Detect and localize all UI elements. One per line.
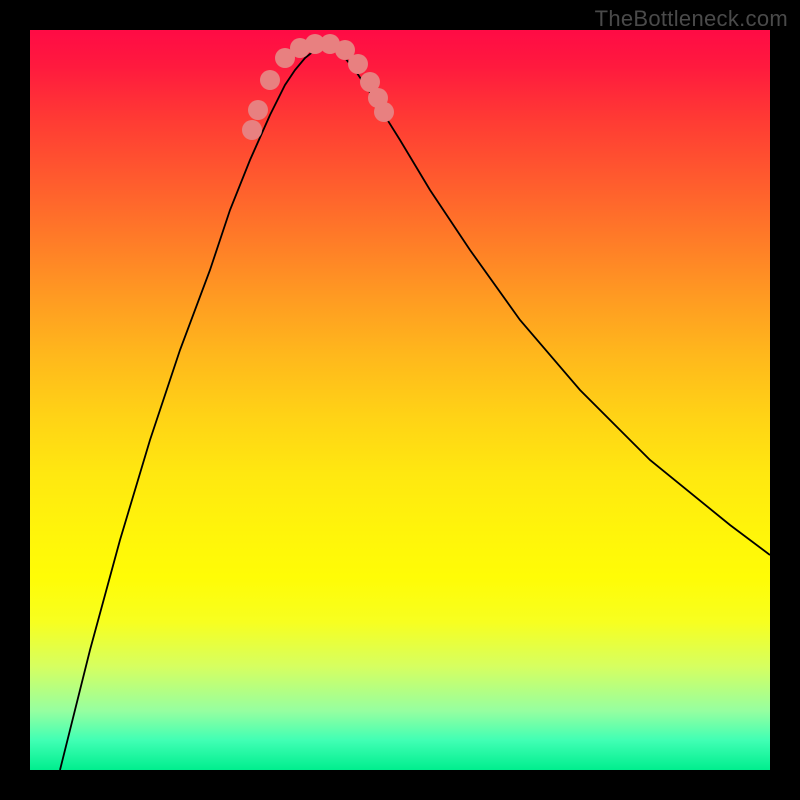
watermark-text: TheBottleneck.com <box>595 6 788 32</box>
data-marker <box>248 100 268 120</box>
data-marker <box>260 70 280 90</box>
data-markers-layer <box>30 30 770 770</box>
data-marker <box>348 54 368 74</box>
plot-gradient-background <box>30 30 770 770</box>
data-marker <box>374 102 394 122</box>
data-marker <box>242 120 262 140</box>
